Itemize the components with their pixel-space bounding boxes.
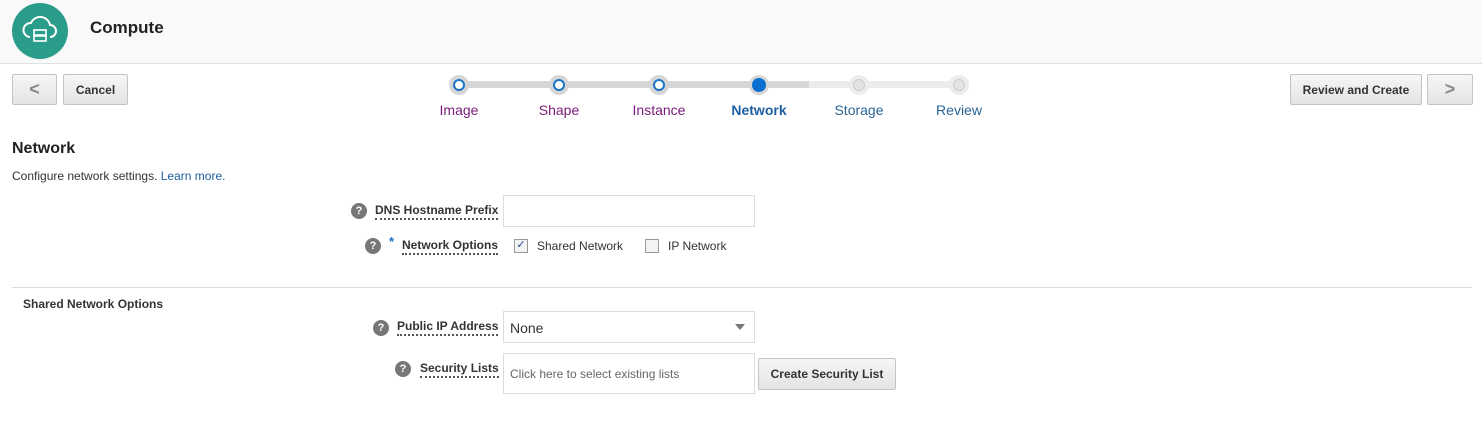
header: Compute — [0, 0, 1482, 64]
chevron-down-icon — [735, 324, 745, 330]
ip-network-label[interactable]: IP Network — [668, 239, 726, 253]
train-stop-review[interactable] — [949, 75, 969, 95]
section-description: Configure network settings. — [12, 169, 158, 183]
public-ip-address-label: Public IP Address — [397, 319, 499, 336]
divider — [12, 287, 1472, 288]
create-security-list-button[interactable]: Create Security List — [758, 358, 896, 390]
train-stop-image[interactable] — [449, 75, 469, 95]
shared-network-label[interactable]: Shared Network — [537, 239, 623, 253]
learn-more-link[interactable]: Learn more. — [161, 169, 226, 183]
help-icon[interactable]: ? — [373, 320, 389, 336]
train-label-network: Network — [731, 102, 787, 118]
train-stop-instance[interactable] — [649, 75, 669, 95]
dns-hostname-prefix-label: DNS Hostname Prefix — [375, 203, 499, 220]
security-lists-input[interactable]: Click here to select existing lists — [503, 353, 755, 394]
train-label-image[interactable]: Image — [409, 102, 509, 118]
network-options-label: Network Options — [402, 238, 499, 255]
section-title: Network — [12, 140, 76, 157]
train-label-storage[interactable]: Storage — [809, 102, 909, 118]
ip-network-checkbox[interactable] — [645, 239, 659, 253]
cancel-button[interactable]: Cancel — [63, 74, 128, 105]
back-button[interactable]: < — [12, 74, 57, 105]
public-ip-selected-value: None — [510, 320, 544, 336]
page-title: Compute — [90, 18, 164, 37]
help-icon[interactable]: ? — [365, 238, 381, 254]
shared-network-options-title: Shared Network Options — [23, 297, 164, 311]
dns-hostname-prefix-input[interactable] — [503, 195, 755, 227]
public-ip-address-select[interactable]: None — [503, 311, 755, 343]
help-icon[interactable]: ? — [351, 203, 367, 219]
required-indicator: * — [389, 234, 395, 249]
security-lists-label: Security Lists — [420, 361, 499, 378]
help-icon[interactable]: ? — [395, 361, 411, 377]
train-stop-network[interactable] — [749, 75, 769, 95]
next-button[interactable]: > — [1427, 74, 1473, 105]
train-stop-storage[interactable] — [849, 75, 869, 95]
train-label-review[interactable]: Review — [909, 102, 1009, 118]
cloud-server-icon — [12, 3, 68, 59]
shared-network-checkbox[interactable]: ✓ — [514, 239, 528, 253]
train-remaining-line — [809, 81, 959, 88]
train-label-shape[interactable]: Shape — [509, 102, 609, 118]
train-label-instance[interactable]: Instance — [609, 102, 709, 118]
review-and-create-button[interactable]: Review and Create — [1290, 74, 1422, 105]
train-stop-shape[interactable] — [549, 75, 569, 95]
